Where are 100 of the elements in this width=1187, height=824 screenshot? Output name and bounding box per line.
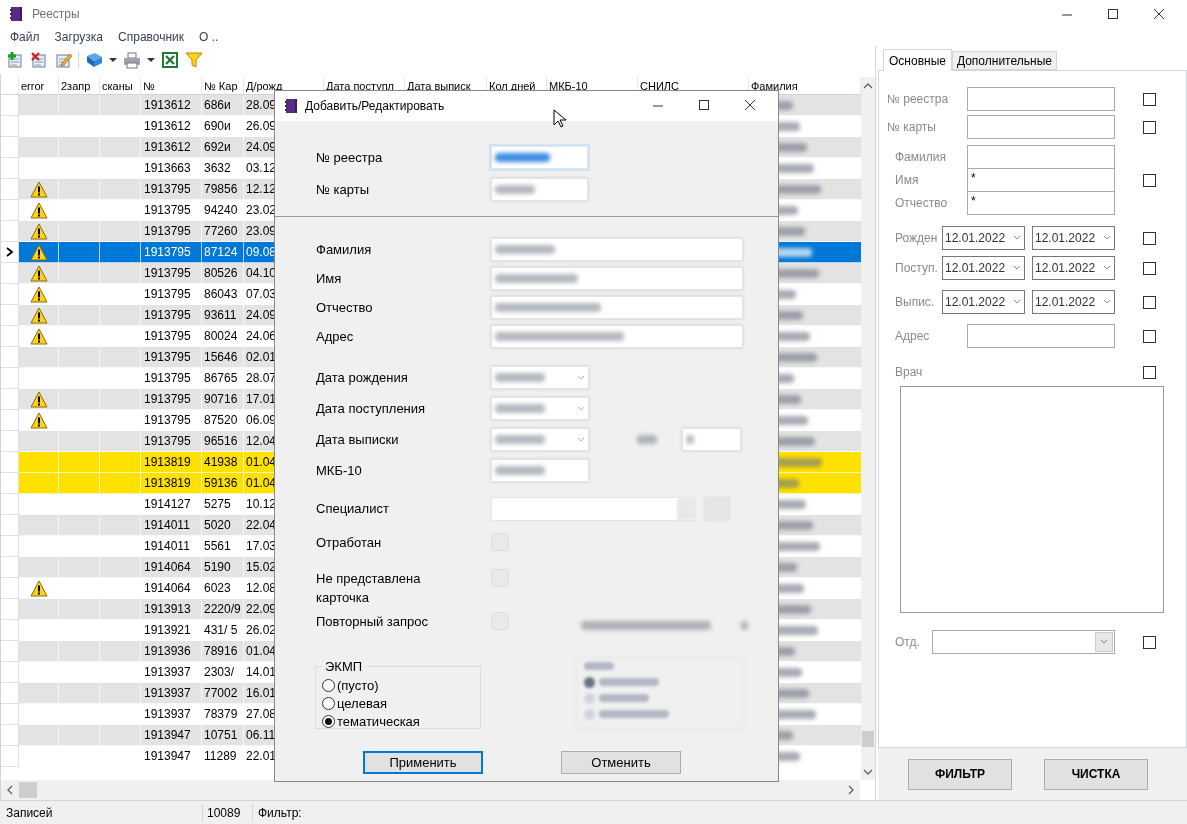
app-icon [8, 6, 24, 22]
radio-button[interactable] [322, 679, 335, 692]
group-title: ЭКМП [324, 658, 364, 676]
row-header[interactable] [1, 242, 19, 263]
input-field[interactable] [491, 428, 589, 451]
menu-item[interactable]: Файл [10, 28, 40, 46]
field-label: Фамилия [315, 240, 373, 259]
chevron-down-icon [1103, 299, 1111, 305]
dialog-title: Добавить/Редактировать [305, 98, 445, 115]
date-picker[interactable]: 12.01.2022 [1032, 256, 1115, 280]
status-label: Записей [0, 803, 203, 822]
text-field[interactable] [967, 115, 1115, 139]
scroll-thumb[interactable] [862, 731, 874, 747]
checkbox[interactable] [1143, 295, 1156, 309]
edit-icon[interactable] [54, 51, 72, 69]
checkbox[interactable] [1143, 329, 1156, 343]
field-label: Отчество [894, 195, 949, 212]
date-value: 12.01.2022 [945, 230, 1006, 247]
table-row[interactable]: 1913819 59136 01.04 [19, 473, 275, 494]
field-label: № карты [315, 180, 370, 199]
menu-item[interactable]: Справочник [118, 28, 185, 46]
date-picker[interactable]: 12.01.2022 [1032, 290, 1115, 314]
text-field[interactable]: * [967, 191, 1115, 215]
radio-button[interactable] [322, 697, 335, 710]
date-picker[interactable]: 12.01.2022 [942, 226, 1025, 250]
dialog-button[interactable]: Применить [363, 751, 483, 774]
field-label: № реестра [315, 148, 384, 167]
text-field[interactable] [967, 324, 1115, 348]
printer-icon[interactable] [123, 51, 141, 69]
filter-panel-button[interactable]: ФИЛЬТР [908, 758, 1012, 790]
input-field[interactable] [491, 296, 743, 319]
add-icon[interactable] [6, 51, 24, 69]
date-picker[interactable]: 12.01.2022 [942, 256, 1025, 280]
date-picker[interactable]: 12.01.2022 [942, 290, 1025, 314]
text-field[interactable]: * [967, 168, 1115, 192]
input-field[interactable] [491, 397, 589, 420]
field-label: Дата рождения [315, 368, 409, 387]
combo-box[interactable] [932, 630, 1115, 654]
list-box[interactable] [900, 386, 1164, 613]
input-field[interactable] [491, 178, 588, 201]
caret-icon[interactable] [109, 56, 117, 64]
input-field[interactable] [491, 267, 743, 290]
checkbox[interactable] [1143, 261, 1156, 275]
menu-item[interactable]: О .. [199, 28, 219, 46]
table-row[interactable]: 1913795 90716 17.01 [19, 389, 275, 410]
field-label: Дата поступления [315, 399, 427, 418]
input-field[interactable] [491, 238, 743, 261]
tab[interactable]: Основные [883, 49, 952, 71]
table-row[interactable]: 1913795 96516 12.04 [19, 431, 275, 452]
checkbox[interactable] [1143, 365, 1156, 379]
checkbox[interactable] [1143, 173, 1156, 187]
filter-panel-button[interactable]: ЧИСТКА [1044, 758, 1148, 790]
table-row[interactable]: 1914011 5020 22.04 [19, 515, 275, 536]
scroll-left-icon[interactable] [5, 785, 15, 795]
date-value: 12.01.2022 [1035, 294, 1096, 311]
spreadsheet-icon[interactable] [161, 51, 179, 69]
radio-button[interactable] [322, 715, 335, 728]
date-picker[interactable]: 12.01.2022 [1032, 226, 1115, 250]
text-field[interactable] [967, 145, 1115, 169]
dialog-button[interactable]: Отменить [561, 751, 681, 774]
input-field[interactable] [491, 459, 589, 482]
delete-icon[interactable] [30, 51, 48, 69]
scroll-right-icon[interactable] [846, 785, 856, 795]
radio-option[interactable]: (пусто) [322, 676, 480, 695]
field-label: Отд. [894, 634, 921, 651]
field-label: Отработан [315, 534, 383, 552]
blurred-text [495, 435, 545, 444]
column-header[interactable]: 2запр [59, 77, 100, 94]
column-header[interactable]: error [19, 77, 59, 94]
horizontal-scrollbar[interactable] [0, 780, 860, 800]
table-row[interactable]: 1913937 77002 16.01 [19, 683, 275, 704]
field-label: Рожден [894, 230, 939, 247]
radio-option[interactable]: тематическая [322, 712, 480, 731]
checkbox[interactable] [1143, 120, 1156, 134]
input-field[interactable] [491, 366, 589, 389]
checkbox[interactable] [1143, 635, 1156, 649]
filter-icon[interactable] [185, 51, 203, 69]
record-count: 10089 [203, 803, 253, 822]
chevron-down-icon [1103, 265, 1111, 271]
field-label: Имя [894, 172, 920, 189]
input-field[interactable] [682, 428, 741, 451]
input-field[interactable] [491, 325, 743, 348]
table-row[interactable]: 1913936 78916 01.04 [19, 641, 275, 662]
column-header[interactable]: сканы [100, 77, 141, 94]
scroll-thumb[interactable] [19, 782, 37, 798]
tab[interactable]: Дополнительные [951, 51, 1057, 70]
column-header[interactable]: № Кар [202, 77, 244, 94]
text-field[interactable] [967, 87, 1115, 111]
caret-icon[interactable] [147, 56, 155, 64]
table-row[interactable]: 1913795 15646 02.01 [19, 347, 275, 368]
checkbox[interactable] [1143, 92, 1156, 106]
checkbox[interactable] [1143, 231, 1156, 245]
blurred-text [495, 466, 545, 475]
input-field[interactable] [491, 146, 588, 169]
column-header[interactable]: № [141, 77, 202, 94]
radio-option[interactable]: целевая [322, 694, 480, 713]
table-row[interactable]: 1913947 10751 06.11 [19, 725, 275, 746]
vertical-scrollbar[interactable] [861, 77, 875, 780]
table-row[interactable]: 1913819 41938 01.04 [19, 452, 275, 473]
menu-item[interactable]: Загрузка [54, 28, 104, 46]
